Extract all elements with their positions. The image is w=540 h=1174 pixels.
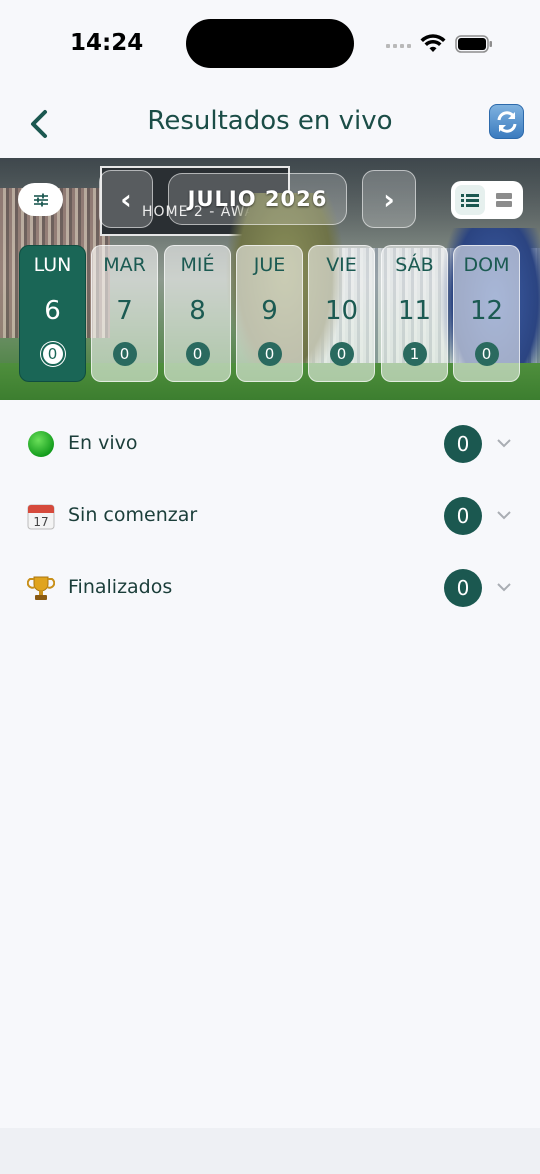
day-number: 7 xyxy=(116,296,133,326)
dynamic-island xyxy=(186,19,354,68)
day-match-count-badge: 0 xyxy=(474,342,499,366)
list-view-button[interactable] xyxy=(455,185,485,215)
list-icon xyxy=(461,194,479,207)
day-card[interactable]: JUE 9 0 xyxy=(236,245,303,382)
day-name: VIE xyxy=(326,254,357,276)
day-card[interactable]: LUN 6 0 xyxy=(19,245,86,382)
day-name: JUE xyxy=(253,254,286,276)
section-label: En vivo xyxy=(68,432,138,454)
day-match-count-badge: 0 xyxy=(40,342,65,366)
chevron-down-icon xyxy=(497,583,511,592)
section-label: Finalizados xyxy=(68,576,173,598)
section-sin-comenzar[interactable]: 17 Sin comenzar 0 xyxy=(0,484,540,548)
day-match-count-badge: 0 xyxy=(257,342,282,366)
calendar-icon: 17 xyxy=(27,504,55,530)
day-card[interactable]: SÁB 11 1 xyxy=(381,245,448,382)
refresh-button[interactable] xyxy=(489,104,524,139)
day-card[interactable]: MIÉ 8 0 xyxy=(164,245,231,382)
calendar-banner: HOME 2 - AWAY 1 ‹ JULIO 2026 › LUN 6 0 M… xyxy=(0,158,540,400)
section-label: Sin comenzar xyxy=(68,504,198,526)
previous-month-button[interactable]: ‹ xyxy=(99,170,153,228)
day-name: MAR xyxy=(103,254,146,276)
view-mode-toggle xyxy=(451,181,523,219)
day-number: 12 xyxy=(469,296,504,326)
refresh-icon xyxy=(497,110,516,133)
green-circle-icon xyxy=(28,431,54,457)
day-name: DOM xyxy=(463,254,510,276)
cellular-signal-icon xyxy=(386,44,411,48)
bottom-safe-area xyxy=(0,1128,540,1174)
status-time: 14:24 xyxy=(70,30,144,56)
status-bar: 14:24 xyxy=(0,0,540,90)
day-card[interactable]: DOM 12 0 xyxy=(453,245,520,382)
day-name: LUN xyxy=(33,254,72,276)
sliders-icon xyxy=(33,193,48,206)
day-number: 11 xyxy=(397,296,432,326)
compact-view-button[interactable] xyxy=(489,185,519,215)
filter-button[interactable] xyxy=(18,183,63,216)
day-number: 9 xyxy=(261,296,278,326)
month-label[interactable]: JULIO 2026 xyxy=(168,173,347,225)
page-title: Resultados en vivo xyxy=(147,106,393,136)
section-count-badge: 0 xyxy=(444,569,482,607)
section-finalizados[interactable]: Finalizados 0 xyxy=(0,556,540,620)
navigation-header: Resultados en vivo xyxy=(0,90,540,158)
day-name: SÁB xyxy=(395,254,434,276)
rows-icon xyxy=(496,193,512,207)
day-number: 8 xyxy=(189,296,206,326)
chevron-down-icon xyxy=(497,439,511,448)
next-month-button[interactable]: › xyxy=(362,170,416,228)
svg-text:17: 17 xyxy=(33,515,48,529)
battery-icon xyxy=(455,35,492,53)
day-card[interactable]: MAR 7 0 xyxy=(91,245,158,382)
day-name: MIÉ xyxy=(180,254,215,276)
chevron-down-icon xyxy=(497,511,511,520)
day-number: 6 xyxy=(44,296,61,326)
day-card[interactable]: VIE 10 0 xyxy=(308,245,375,382)
day-number: 10 xyxy=(324,296,359,326)
day-match-count-badge: 0 xyxy=(112,342,137,366)
chevron-left-icon: ‹ xyxy=(120,182,132,216)
wifi-icon xyxy=(420,34,446,52)
chevron-right-icon: › xyxy=(383,182,395,216)
trophy-icon xyxy=(27,576,55,600)
day-match-count-badge: 1 xyxy=(402,342,427,366)
day-match-count-badge: 0 xyxy=(185,342,210,366)
section-count-badge: 0 xyxy=(444,497,482,535)
section-count-badge: 0 xyxy=(444,425,482,463)
section-en-vivo[interactable]: En vivo 0 xyxy=(0,412,540,476)
day-match-count-badge: 0 xyxy=(329,342,354,366)
